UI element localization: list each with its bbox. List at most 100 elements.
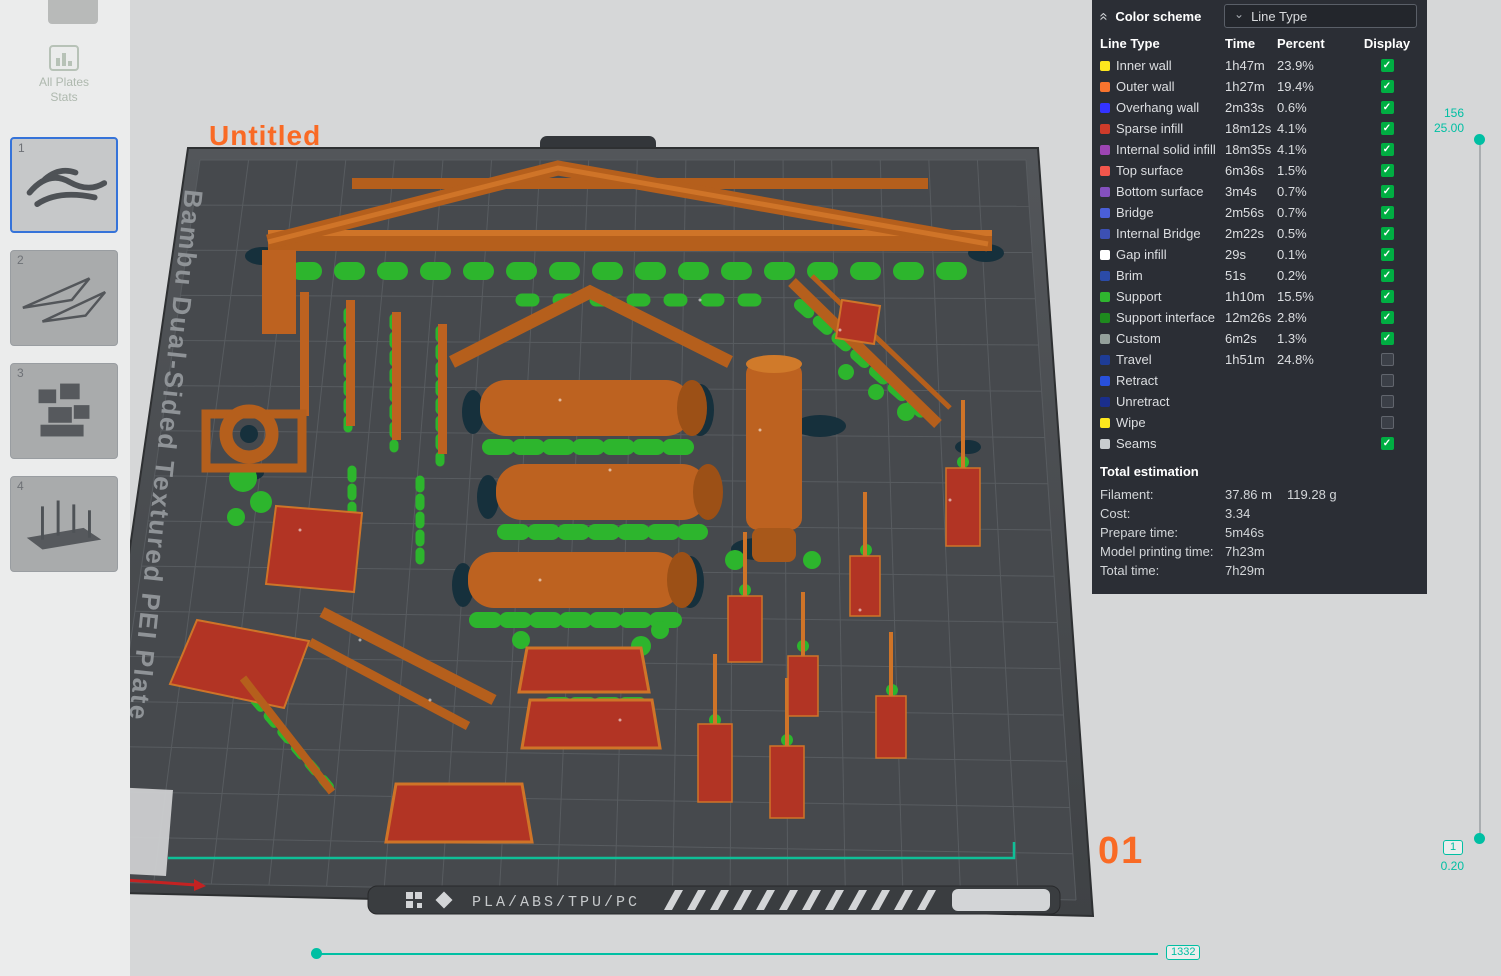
color-scheme-title: Color scheme — [1115, 8, 1202, 24]
line-type-time: 1h10m — [1225, 289, 1265, 304]
line-type-time: 1h51m — [1225, 352, 1265, 367]
display-checkbox[interactable] — [1380, 248, 1394, 261]
layer-slider-top-handle[interactable] — [1474, 134, 1485, 145]
line-type-label: Custom — [1116, 331, 1161, 346]
display-checkbox[interactable] — [1380, 290, 1394, 303]
line-type-percent: 0.6% — [1277, 100, 1307, 115]
display-checkbox[interactable] — [1380, 80, 1394, 93]
total-estimation-row: Model printing time: 7h23m — [1092, 542, 1427, 561]
line-type-row: Overhang wall 2m33s 0.6% — [1092, 97, 1427, 118]
line-type-color-swatch — [1100, 438, 1110, 449]
line-type-row: Gap infill 29s 0.1% — [1092, 244, 1427, 265]
estimation-label: Cost: — [1100, 506, 1131, 521]
line-type-label: Retract — [1116, 373, 1158, 388]
display-checkbox[interactable] — [1380, 416, 1394, 429]
view-mode-dropdown[interactable]: ⌄ Line Type — [1224, 4, 1417, 28]
plate-front-strip: PLA/ABS/TPU/PC — [367, 885, 1061, 915]
plate-list-sidebar: All Plates Stats 1 2 3 4 — [0, 0, 130, 976]
line-type-row: Travel 1h51m 24.8% — [1092, 349, 1427, 370]
line-type-time: 18m12s — [1225, 121, 1272, 136]
total-estimation-row: Prepare time: 5m46s — [1092, 523, 1427, 542]
estimation-label: Model printing time: — [1100, 544, 1214, 559]
line-type-label: Bottom surface — [1116, 184, 1204, 199]
line-type-color-swatch — [1100, 333, 1110, 344]
line-type-percent: 0.7% — [1277, 184, 1307, 199]
estimation-label: Prepare time: — [1100, 525, 1179, 540]
display-checkbox[interactable] — [1380, 206, 1394, 219]
color-scheme-header: « Color scheme ⌄ Line Type — [1092, 0, 1427, 32]
line-type-color-swatch — [1100, 186, 1110, 197]
display-checkbox[interactable] — [1380, 395, 1394, 408]
display-checkbox[interactable] — [1380, 437, 1394, 450]
line-type-percent: 4.1% — [1277, 142, 1307, 157]
line-type-percent: 1.3% — [1277, 331, 1307, 346]
line-type-color-swatch — [1100, 291, 1110, 302]
total-estimation-row: Filament: 37.86 m 119.28 g — [1092, 485, 1427, 504]
plate-thumbnail-number: 1 — [18, 141, 25, 155]
line-type-row: Retract — [1092, 370, 1427, 391]
line-type-row: Bridge 2m56s 0.7% — [1092, 202, 1427, 223]
display-checkbox[interactable] — [1380, 59, 1394, 72]
partial-thumbnail — [48, 0, 98, 24]
layer-slider-bottom-handle[interactable] — [1474, 833, 1485, 844]
line-type-percent: 23.9% — [1277, 58, 1314, 73]
plate-thumbnail-1[interactable]: 1 — [10, 137, 118, 233]
line-type-percent: 15.5% — [1277, 289, 1314, 304]
move-slider-handle[interactable] — [311, 948, 322, 959]
plate-number-label: 01 — [1098, 830, 1145, 872]
line-type-row: Bottom surface 3m4s 0.7% — [1092, 181, 1427, 202]
display-checkbox[interactable] — [1380, 269, 1394, 282]
line-type-percent: 0.7% — [1277, 205, 1307, 220]
line-type-table: Inner wall 1h47m 23.9% Outer wall 1h27m … — [1092, 55, 1427, 454]
column-display: Display — [1363, 36, 1411, 51]
line-type-color-swatch — [1100, 312, 1110, 323]
total-estimation-table: Filament: 37.86 m 119.28 g Cost: 3.34 Pr… — [1092, 485, 1427, 580]
column-time: Time — [1225, 36, 1256, 51]
line-type-time: 51s — [1225, 268, 1246, 283]
column-percent: Percent — [1277, 36, 1325, 51]
display-checkbox[interactable] — [1380, 143, 1394, 156]
display-checkbox[interactable] — [1380, 353, 1394, 366]
display-checkbox[interactable] — [1380, 185, 1394, 198]
layer-slider-bottom-height: 0.20 — [1440, 859, 1464, 873]
stats-icon — [49, 44, 79, 71]
line-type-time: 1h27m — [1225, 79, 1265, 94]
display-checkbox[interactable] — [1380, 122, 1394, 135]
column-line-type: Line Type — [1100, 36, 1160, 51]
line-type-label: Overhang wall — [1116, 100, 1200, 115]
line-type-label: Sparse infill — [1116, 121, 1184, 136]
plate-thumbnail-number: 4 — [17, 479, 24, 493]
display-checkbox[interactable] — [1380, 332, 1394, 345]
line-type-time: 2m33s — [1225, 100, 1265, 115]
plate-2-preview — [22, 277, 107, 323]
plate-thumbnail-2[interactable]: 2 — [10, 250, 118, 346]
plate-thumbnail-3[interactable]: 3 — [10, 363, 118, 459]
line-type-percent: 24.8% — [1277, 352, 1314, 367]
line-type-time: 29s — [1225, 247, 1246, 262]
line-type-color-swatch — [1100, 123, 1110, 134]
project-title: Untitled — [209, 120, 322, 151]
line-type-label: Gap infill — [1116, 247, 1167, 262]
line-type-color-swatch — [1100, 81, 1110, 92]
line-type-color-swatch — [1100, 228, 1110, 239]
view-mode-value: Line Type — [1251, 8, 1308, 24]
line-type-label: Internal solid infill — [1116, 142, 1216, 157]
display-checkbox[interactable] — [1380, 101, 1394, 114]
line-type-label: Support interface — [1116, 310, 1216, 325]
plate-thumbnail-4[interactable]: 4 — [10, 476, 118, 572]
line-type-label: Outer wall — [1116, 79, 1175, 94]
display-checkbox[interactable] — [1380, 164, 1394, 177]
display-checkbox[interactable] — [1380, 374, 1394, 387]
estimation-value: 3.34 — [1225, 506, 1251, 521]
all-plates-stats-button[interactable]: All Plates Stats — [10, 28, 118, 120]
line-type-percent: 0.5% — [1277, 226, 1307, 241]
display-checkbox[interactable] — [1380, 227, 1394, 240]
line-type-label: Seams — [1116, 436, 1157, 451]
move-slider-track[interactable] — [316, 953, 1158, 955]
collapse-panel-icon[interactable]: « — [1096, 12, 1113, 20]
display-checkbox[interactable] — [1380, 311, 1394, 324]
layer-slider-track[interactable] — [1479, 140, 1481, 838]
line-type-time: 18m35s — [1225, 142, 1272, 157]
line-type-row: Support interface 12m26s 2.8% — [1092, 307, 1427, 328]
line-type-color-swatch — [1100, 396, 1110, 407]
